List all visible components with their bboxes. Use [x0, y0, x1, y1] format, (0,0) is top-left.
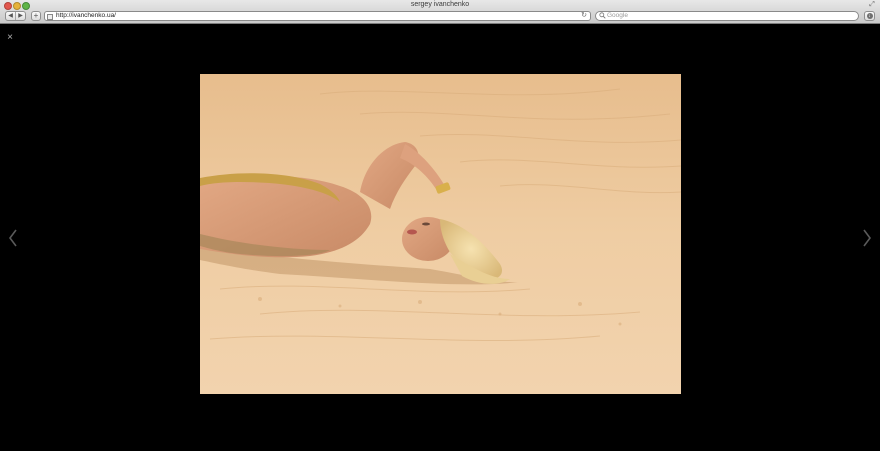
search-bar[interactable] [595, 11, 859, 21]
nav-button-group: ◀ ▶ [5, 11, 26, 21]
favicon-icon [47, 13, 53, 20]
browser-toolbar: ◀ ▶ + http://ivanchenko.ua/ ↻ ↓ [0, 10, 880, 24]
photo-woman-lying-on-sand [200, 74, 681, 394]
chevron-right-icon [863, 229, 871, 247]
reload-icon[interactable]: ↻ [581, 12, 587, 20]
next-photo-button[interactable] [861, 228, 873, 248]
lightbox-close-button[interactable]: × [5, 33, 15, 43]
add-bookmark-button[interactable]: + [31, 11, 41, 21]
browser-chrome: sergey ivanchenko ⤢ ◀ ▶ + http://ivanche… [0, 0, 880, 24]
address-bar[interactable]: http://ivanchenko.ua/ ↻ [44, 11, 591, 21]
url-text[interactable]: http://ivanchenko.ua/ [56, 12, 116, 20]
fullscreen-icon[interactable]: ⤢ [868, 1, 876, 9]
search-input[interactable] [607, 12, 847, 20]
downloads-button[interactable]: ↓ [864, 11, 875, 21]
back-button[interactable]: ◀ [6, 12, 16, 20]
search-icon [599, 12, 606, 22]
title-bar: sergey ivanchenko ⤢ [0, 0, 880, 10]
chevron-left-icon [9, 229, 17, 247]
window-title: sergey ivanchenko [410, 1, 470, 8]
previous-photo-button[interactable] [7, 228, 19, 248]
forward-button[interactable]: ▶ [16, 12, 25, 20]
download-icon: ↓ [866, 13, 873, 19]
